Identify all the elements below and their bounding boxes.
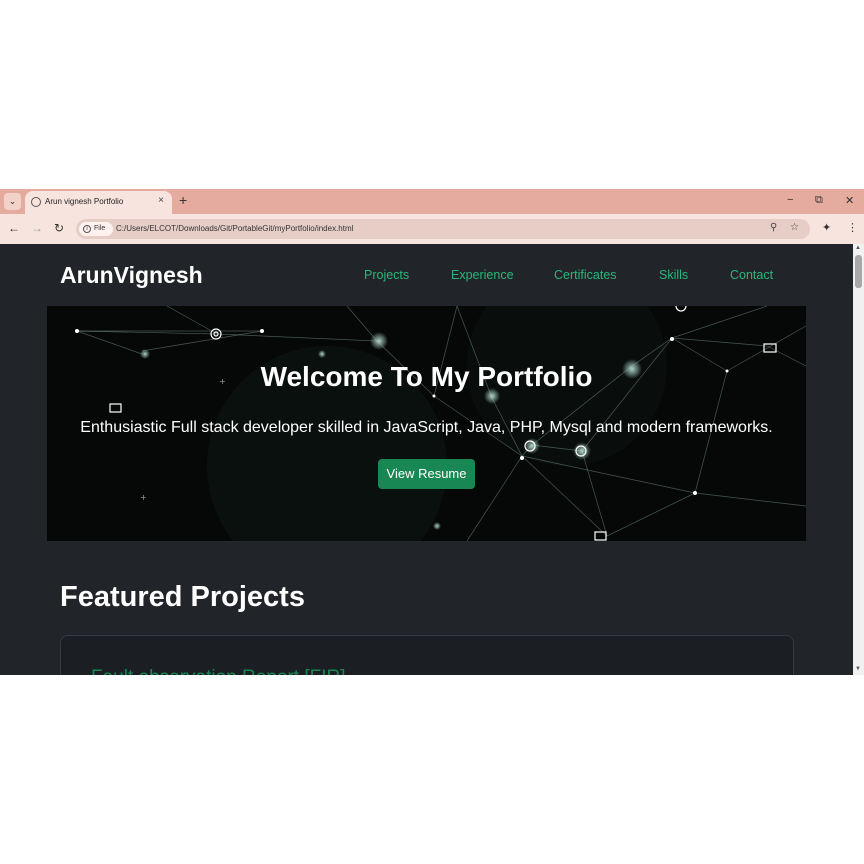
url-text[interactable]: C:/Users/ELCOT/Downloads/Git/PortableGit… [116,224,353,233]
browser-toolbar: ← → ↻ i File C:/Users/ELCOT/Downloads/Git… [0,214,864,244]
page-viewport: ArunVignesh Projects Experience Certific… [0,244,853,675]
forward-button[interactable]: → [31,221,43,235]
bookmark-star-icon[interactable]: ☆ [790,222,799,233]
tab-active[interactable]: Arun vignesh Portfolio × [25,191,172,214]
tab-search-button[interactable]: ⌄ [4,193,21,210]
globe-icon [31,197,41,207]
scroll-up-arrow-icon[interactable]: ▲ [855,245,861,251]
site-info-chip[interactable]: i File [79,222,113,236]
nav-projects[interactable]: Projects [364,268,409,282]
nav-certificates[interactable]: Certificates [554,268,617,282]
tab-title: Arun vignesh Portfolio [45,197,124,206]
svg-text:+: + [140,493,147,502]
featured-projects-heading: Featured Projects [60,581,305,613]
back-button[interactable]: ← [8,221,20,235]
reload-button[interactable]: ↻ [54,221,64,235]
tab-strip: ⌄ Arun vignesh Portfolio × + − ⧉ ✕ [0,189,864,214]
browser-window: ⌄ Arun vignesh Portfolio × + − ⧉ ✕ ← → ↻… [0,189,864,675]
close-window-button[interactable]: ✕ [845,194,854,207]
scrollbar-thumb[interactable] [855,255,862,288]
restore-button[interactable]: ⧉ [815,194,823,207]
extensions-icon[interactable]: ✦ [822,221,831,234]
address-bar[interactable]: i File C:/Users/ELCOT/Downloads/Git/Porta… [76,219,810,239]
kebab-menu-icon[interactable]: ⋮ [847,221,858,234]
new-tab-button[interactable]: + [179,192,187,208]
zoom-icon[interactable]: ⚲ [770,222,777,233]
nav-experience[interactable]: Experience [451,268,514,282]
hero-banner: + + Welcome To My Portfolio Enthusiastic… [47,306,806,541]
chip-label: File [94,225,106,232]
hero-title: Welcome To My Portfolio [260,361,593,392]
nav-skills[interactable]: Skills [659,268,688,282]
project-title[interactable]: Fault observation Report [FIR] [91,667,346,675]
nav-contact[interactable]: Contact [730,268,773,282]
scroll-down-arrow-icon[interactable]: ▼ [855,666,861,672]
info-icon: i [83,225,91,233]
brand-logo[interactable]: ArunVignesh [60,262,203,289]
close-tab-icon[interactable]: × [158,195,164,206]
hero-subtitle: Enthusiastic Full stack developer skille… [80,419,773,436]
page-scrollbar[interactable]: ▲ ▼ [853,244,864,675]
minimize-button[interactable]: − [787,194,793,206]
view-resume-button[interactable]: View Resume [378,459,475,489]
project-card[interactable]: Fault observation Report [FIR] [60,635,794,675]
